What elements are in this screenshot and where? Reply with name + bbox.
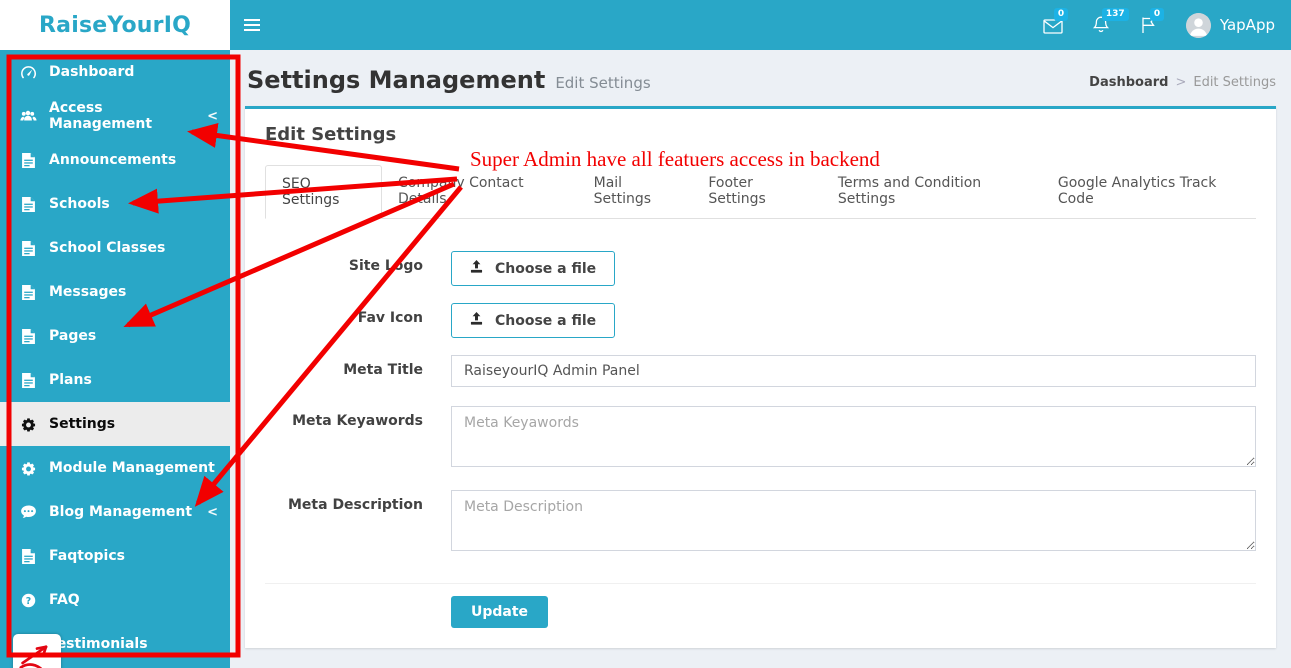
- field-label: Meta Title: [343, 362, 423, 378]
- gear-icon: [19, 417, 37, 432]
- field-label: Meta Description: [288, 497, 423, 513]
- sidebar-item-label: Plans: [49, 372, 92, 388]
- meta-description-textarea[interactable]: [451, 490, 1256, 551]
- annotation-tool-icon[interactable]: [13, 634, 61, 668]
- sidebar-item-label: School Classes: [49, 240, 166, 256]
- envelope-icon: [1043, 19, 1063, 38]
- sidebar-item-label: Testimonials: [49, 636, 148, 652]
- sidebar-item-label: Pages: [49, 328, 97, 344]
- tab-mail-settings[interactable]: Mail Settings: [578, 165, 693, 219]
- meta-keyawords-textarea[interactable]: [451, 406, 1256, 467]
- sidebar-item-messages[interactable]: Messages: [0, 270, 230, 314]
- topbar: RaiseYourIQ 0 137 0 YapApp: [0, 0, 1291, 50]
- sidebar-item-label: FAQ: [49, 592, 80, 608]
- sidebar-item-faqtopics[interactable]: Faqtopics: [0, 534, 230, 578]
- gauge-icon: [19, 65, 37, 80]
- sidebar-item-blog-management[interactable]: Blog Management <: [0, 490, 230, 534]
- settings-tabs: SEO Settings Company Contact Details Mai…: [265, 165, 1256, 219]
- file-icon: [19, 372, 37, 388]
- breadcrumb: Dashboard > Edit Settings: [1089, 75, 1276, 94]
- notifications-menu[interactable]: 137: [1090, 8, 1129, 38]
- choose-file-label: Choose a file: [495, 260, 597, 277]
- sidebar-item-label: Announcements: [49, 152, 177, 168]
- field-label: Fav Icon: [357, 310, 423, 326]
- user-menu[interactable]: YapApp: [1185, 12, 1275, 38]
- user-name: YapApp: [1219, 16, 1275, 34]
- tab-google-analytics-track-code[interactable]: Google Analytics Track Code: [1042, 165, 1256, 219]
- card-footer: Update: [265, 584, 1256, 628]
- sidebar-item-label: Settings: [49, 416, 116, 432]
- sidebar-item-module-management[interactable]: Module Management: [0, 446, 230, 490]
- edit-settings-card: Edit Settings SEO Settings Company Conta…: [245, 106, 1276, 648]
- form-row-site-logo: Site Logo Choose a file: [265, 251, 1256, 286]
- site-logo-choose-file-button[interactable]: Choose a file: [451, 251, 616, 286]
- fav-icon-choose-file-button[interactable]: Choose a file: [451, 303, 616, 338]
- tab-footer-settings[interactable]: Footer Settings: [692, 165, 822, 219]
- file-icon: [19, 284, 37, 300]
- notifications-badge: 137: [1101, 8, 1129, 21]
- sidebar: Dashboard Access Management < Announceme…: [0, 50, 230, 668]
- sidebar-item-dashboard[interactable]: Dashboard: [0, 50, 230, 94]
- sidebar-toggle-button[interactable]: [244, 0, 284, 50]
- content-header: Settings Management Edit Settings Dashbo…: [230, 50, 1291, 106]
- tab-seo-settings[interactable]: SEO Settings: [265, 165, 383, 219]
- file-icon: [19, 328, 37, 344]
- sidebar-item-label: Blog Management: [49, 504, 193, 520]
- field-label: Site Logo: [348, 258, 423, 274]
- page-title: Settings Management: [247, 66, 546, 94]
- sidebar-item-label: Faqtopics: [49, 548, 125, 564]
- svg-text:?: ?: [25, 595, 30, 606]
- update-button[interactable]: Update: [451, 596, 549, 628]
- messages-badge: 0: [1053, 8, 1069, 21]
- sidebar-item-faq[interactable]: ? FAQ: [0, 578, 230, 622]
- messages-menu[interactable]: 0: [1042, 8, 1069, 38]
- file-icon: [19, 196, 37, 212]
- file-icon: [19, 240, 37, 256]
- upload-icon: [470, 312, 483, 329]
- tab-company-contact-details[interactable]: Company Contact Details: [382, 165, 578, 219]
- card-title: Edit Settings: [265, 124, 397, 145]
- form-row-meta-keyawords: Meta Keyawords: [265, 406, 1256, 471]
- form-row-meta-title: Meta Title: [265, 355, 1256, 387]
- sidebar-item-label: Schools: [49, 196, 110, 212]
- main-content: Settings Management Edit Settings Dashbo…: [230, 50, 1291, 668]
- sidebar-item-label: Messages: [49, 284, 127, 300]
- flags-menu[interactable]: 0: [1138, 8, 1165, 38]
- avatar: [1185, 12, 1211, 38]
- choose-file-label: Choose a file: [495, 312, 597, 329]
- navbar: 0 137 0 YapApp: [230, 0, 1291, 50]
- comment-icon: [19, 505, 37, 519]
- flags-badge: 0: [1149, 8, 1165, 21]
- seo-settings-form: Site Logo Choose a file Fav Icon Choose …: [265, 219, 1256, 628]
- meta-title-input[interactable]: [451, 355, 1256, 387]
- sidebar-item-pages[interactable]: Pages: [0, 314, 230, 358]
- file-icon: [19, 548, 37, 564]
- file-icon: [19, 152, 37, 168]
- sidebar-item-label: Access Management: [49, 100, 153, 132]
- sidebar-item-access-management[interactable]: Access Management <: [0, 94, 230, 138]
- sidebar-item-label: Dashboard: [49, 64, 135, 80]
- page-subtitle: Edit Settings: [555, 74, 651, 92]
- sidebar-item-plans[interactable]: Plans: [0, 358, 230, 402]
- breadcrumb-separator: >: [1175, 75, 1187, 90]
- users-icon: [19, 109, 37, 123]
- sidebar-item-settings[interactable]: Settings: [0, 402, 230, 446]
- chevron-left-icon: <: [207, 504, 218, 520]
- sidebar-item-school-classes[interactable]: School Classes: [0, 226, 230, 270]
- upload-icon: [470, 260, 483, 277]
- sidebar-item-announcements[interactable]: Announcements: [0, 138, 230, 182]
- gear-icon: [19, 461, 37, 476]
- chevron-left-icon: <: [207, 108, 218, 124]
- sidebar-item-label: Module Management: [49, 460, 215, 476]
- tab-terms-and-condition-settings[interactable]: Terms and Condition Settings: [822, 165, 1042, 219]
- brand-logo[interactable]: RaiseYourIQ: [0, 0, 230, 50]
- breadcrumb-dashboard-link[interactable]: Dashboard: [1089, 75, 1168, 90]
- form-row-meta-description: Meta Description: [265, 490, 1256, 555]
- field-label: Meta Keyawords: [292, 413, 423, 429]
- breadcrumb-current: Edit Settings: [1193, 75, 1276, 90]
- question-circle-icon: ?: [19, 593, 37, 608]
- form-row-fav-icon: Fav Icon Choose a file: [265, 303, 1256, 338]
- sidebar-item-schools[interactable]: Schools: [0, 182, 230, 226]
